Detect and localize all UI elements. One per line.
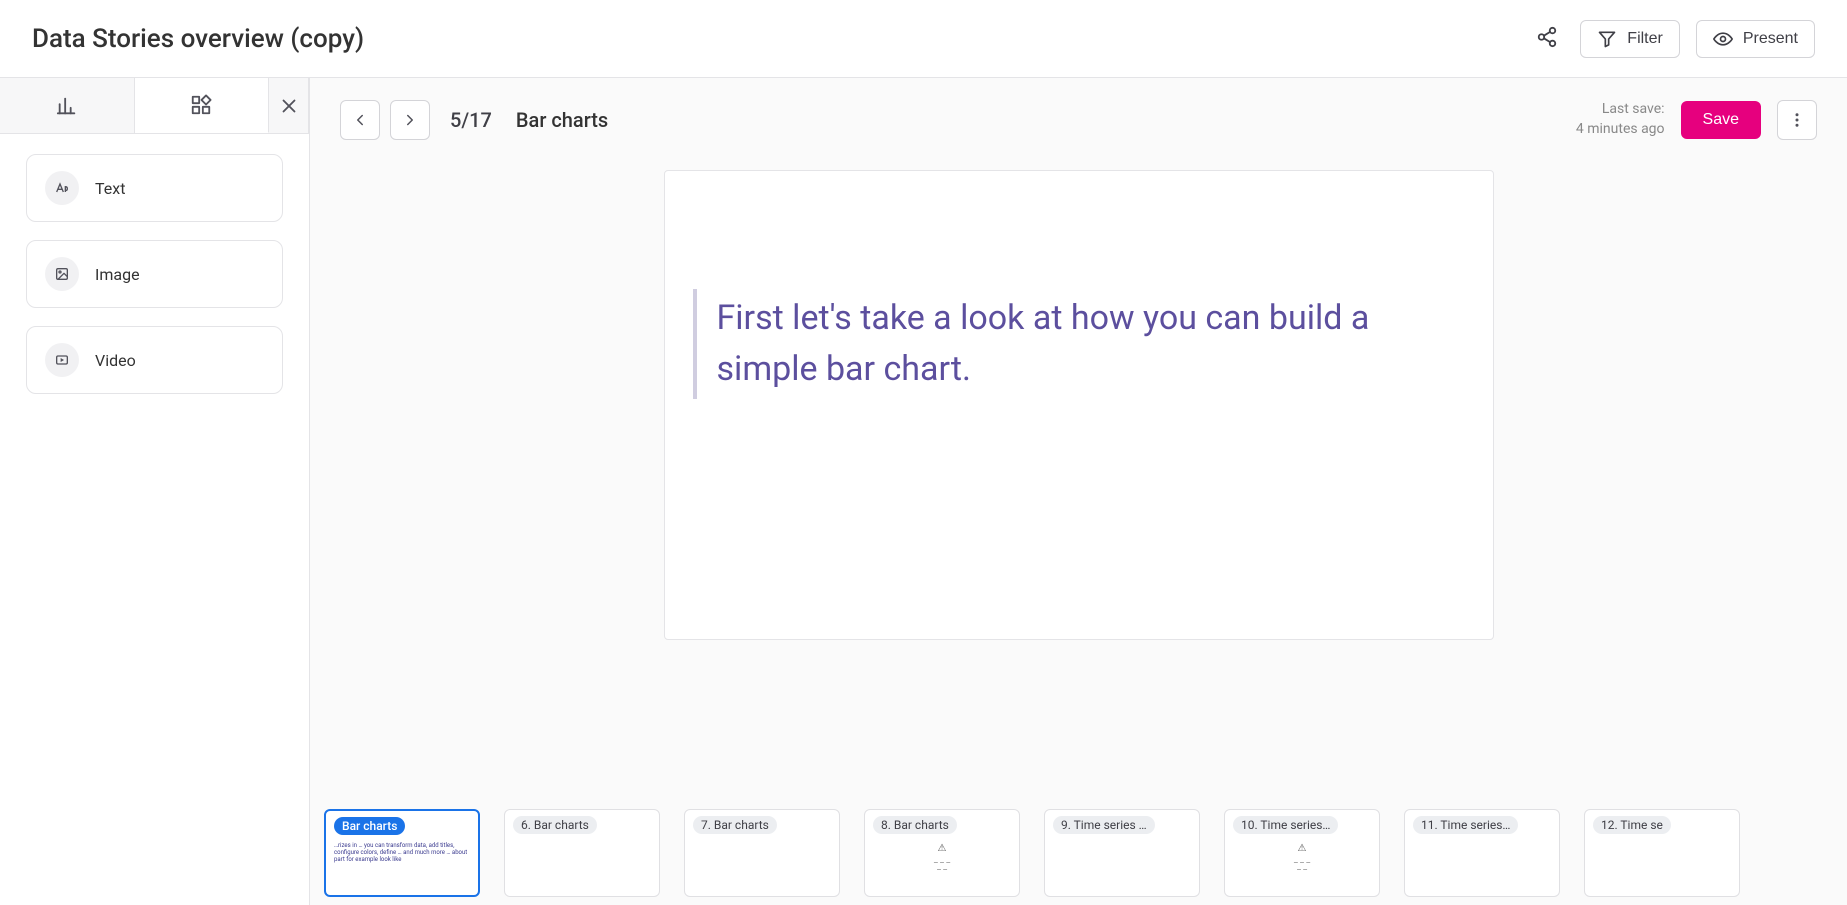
page-name: Bar charts bbox=[516, 108, 608, 132]
editor-header: 5/17 Bar charts Last save: 4 minutes ago… bbox=[310, 78, 1847, 150]
filter-label: Filter bbox=[1627, 30, 1663, 48]
thumb-10[interactable]: 10. Time series… ⚠ — — —— — bbox=[1224, 809, 1380, 897]
slide[interactable]: First let's take a look at how you can b… bbox=[664, 170, 1494, 640]
widget-text[interactable]: Text bbox=[26, 154, 283, 222]
warning-icon: ⚠ bbox=[1233, 843, 1371, 854]
more-vertical-icon bbox=[1788, 111, 1806, 129]
thumb-chip: Bar charts bbox=[334, 817, 405, 835]
filter-button[interactable]: Filter bbox=[1580, 20, 1680, 58]
share-button[interactable] bbox=[1530, 20, 1564, 57]
thumb-chip: 11. Time series… bbox=[1413, 816, 1518, 834]
last-save-value: 4 minutes ago bbox=[1576, 120, 1665, 140]
thumb-7[interactable]: 7. Bar charts bbox=[684, 809, 840, 897]
save-info: Last save: 4 minutes ago bbox=[1576, 100, 1665, 139]
sidebar: Text Image Video bbox=[0, 78, 310, 905]
widget-video[interactable]: Video bbox=[26, 326, 283, 394]
widget-image[interactable]: Image bbox=[26, 240, 283, 308]
thumb-preview: — — —— — bbox=[1233, 860, 1371, 874]
main-area: Text Image Video 5/17 Bar cha bbox=[0, 78, 1847, 905]
header-actions: Filter Present bbox=[1530, 20, 1815, 58]
save-button[interactable]: Save bbox=[1681, 101, 1761, 139]
bar-chart-icon bbox=[56, 95, 78, 117]
thumb-9[interactable]: 9. Time series … bbox=[1044, 809, 1200, 897]
document-title: Data Stories overview (copy) bbox=[32, 24, 364, 54]
thumb-chip: 10. Time series… bbox=[1233, 816, 1338, 834]
editor-column: 5/17 Bar charts Last save: 4 minutes ago… bbox=[310, 78, 1847, 905]
widget-image-label: Image bbox=[95, 265, 140, 284]
last-save-label: Last save: bbox=[1576, 100, 1665, 120]
thumb-chip: 6. Bar charts bbox=[513, 816, 597, 834]
slide-text-block[interactable]: First let's take a look at how you can b… bbox=[693, 289, 1465, 399]
chevron-right-icon bbox=[401, 111, 419, 129]
canvas-wrap: First let's take a look at how you can b… bbox=[310, 150, 1847, 797]
thumb-12[interactable]: 12. Time se bbox=[1584, 809, 1740, 897]
editor-nav: 5/17 Bar charts bbox=[340, 100, 608, 140]
present-button[interactable]: Present bbox=[1696, 20, 1815, 58]
thumb-6[interactable]: 6. Bar charts bbox=[504, 809, 660, 897]
sidebar-tab-widgets[interactable] bbox=[135, 78, 270, 133]
editor-actions: Last save: 4 minutes ago Save bbox=[1576, 100, 1817, 140]
filter-icon bbox=[1597, 29, 1617, 49]
next-page-button[interactable] bbox=[390, 100, 430, 140]
sidebar-tab-charts[interactable] bbox=[0, 78, 135, 133]
sidebar-body: Text Image Video bbox=[0, 134, 309, 414]
app-header: Data Stories overview (copy) Filter Pres… bbox=[0, 0, 1847, 78]
sidebar-tabs bbox=[0, 78, 309, 134]
eye-icon bbox=[1713, 29, 1733, 49]
thumb-5[interactable]: Bar charts …rizes in … you can transform… bbox=[324, 809, 480, 897]
thumb-preview: — — —— — bbox=[873, 860, 1011, 874]
widget-text-label: Text bbox=[95, 179, 125, 198]
warning-icon: ⚠ bbox=[873, 843, 1011, 854]
chevron-left-icon bbox=[351, 111, 369, 129]
slide-text: First let's take a look at how you can b… bbox=[717, 293, 1465, 395]
widgets-icon bbox=[190, 94, 212, 116]
prev-page-button[interactable] bbox=[340, 100, 380, 140]
widget-video-label: Video bbox=[95, 351, 136, 370]
video-icon bbox=[54, 352, 70, 368]
close-icon bbox=[278, 95, 300, 117]
thumb-8[interactable]: 8. Bar charts ⚠ — — —— — bbox=[864, 809, 1020, 897]
thumb-chip: 9. Time series … bbox=[1053, 816, 1155, 834]
thumb-chip: 7. Bar charts bbox=[693, 816, 777, 834]
page-counter: 5/17 bbox=[450, 108, 492, 132]
thumb-chip: 8. Bar charts bbox=[873, 816, 957, 834]
image-icon bbox=[54, 266, 70, 282]
sidebar-close[interactable] bbox=[269, 78, 309, 133]
thumb-11[interactable]: 11. Time series… bbox=[1404, 809, 1560, 897]
present-label: Present bbox=[1743, 30, 1798, 48]
thumbnail-strip: Bar charts …rizes in … you can transform… bbox=[310, 797, 1847, 905]
more-button[interactable] bbox=[1777, 100, 1817, 140]
share-icon bbox=[1536, 26, 1558, 48]
thumb-preview: …rizes in … you can transform data, add … bbox=[334, 842, 470, 864]
text-icon bbox=[54, 180, 70, 196]
thumb-chip: 12. Time se bbox=[1593, 816, 1671, 834]
